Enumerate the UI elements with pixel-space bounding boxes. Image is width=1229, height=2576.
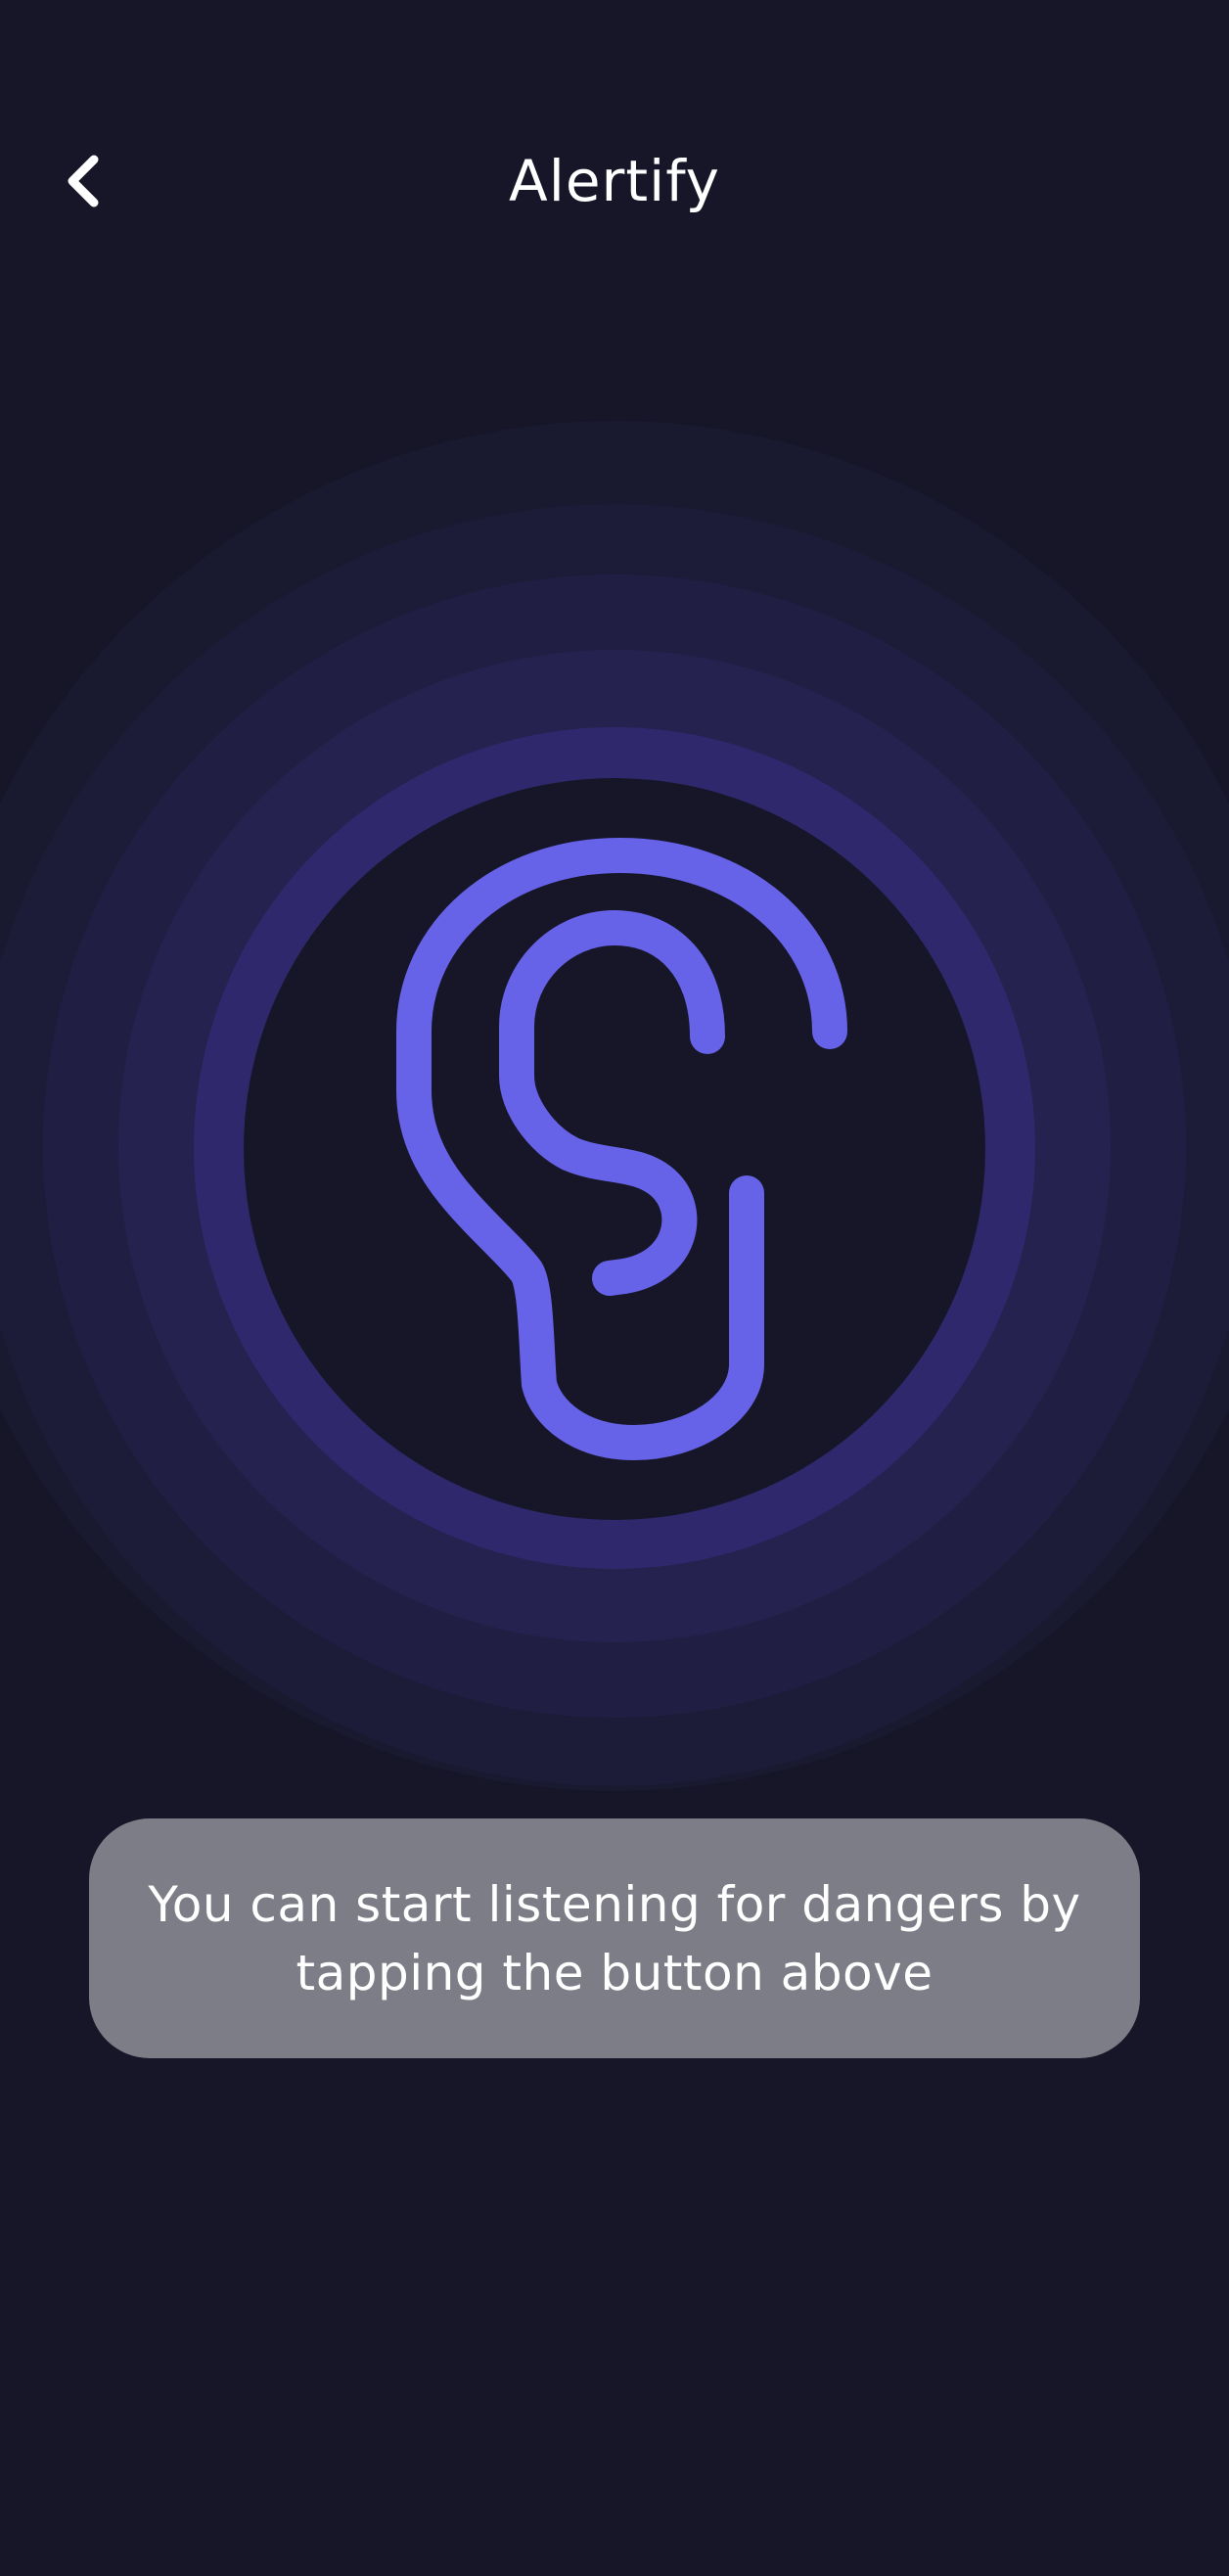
app-bar: Alertify [0, 108, 1229, 259]
start-listening-button[interactable] [244, 778, 985, 1520]
ear-icon [396, 838, 847, 1460]
toast-message: You can start listening for dangers by t… [148, 1875, 1081, 2001]
listen-area [0, 421, 1229, 1869]
page-title: Alertify [509, 148, 720, 214]
hint-toast: You can start listening for dangers by t… [89, 1818, 1140, 2058]
